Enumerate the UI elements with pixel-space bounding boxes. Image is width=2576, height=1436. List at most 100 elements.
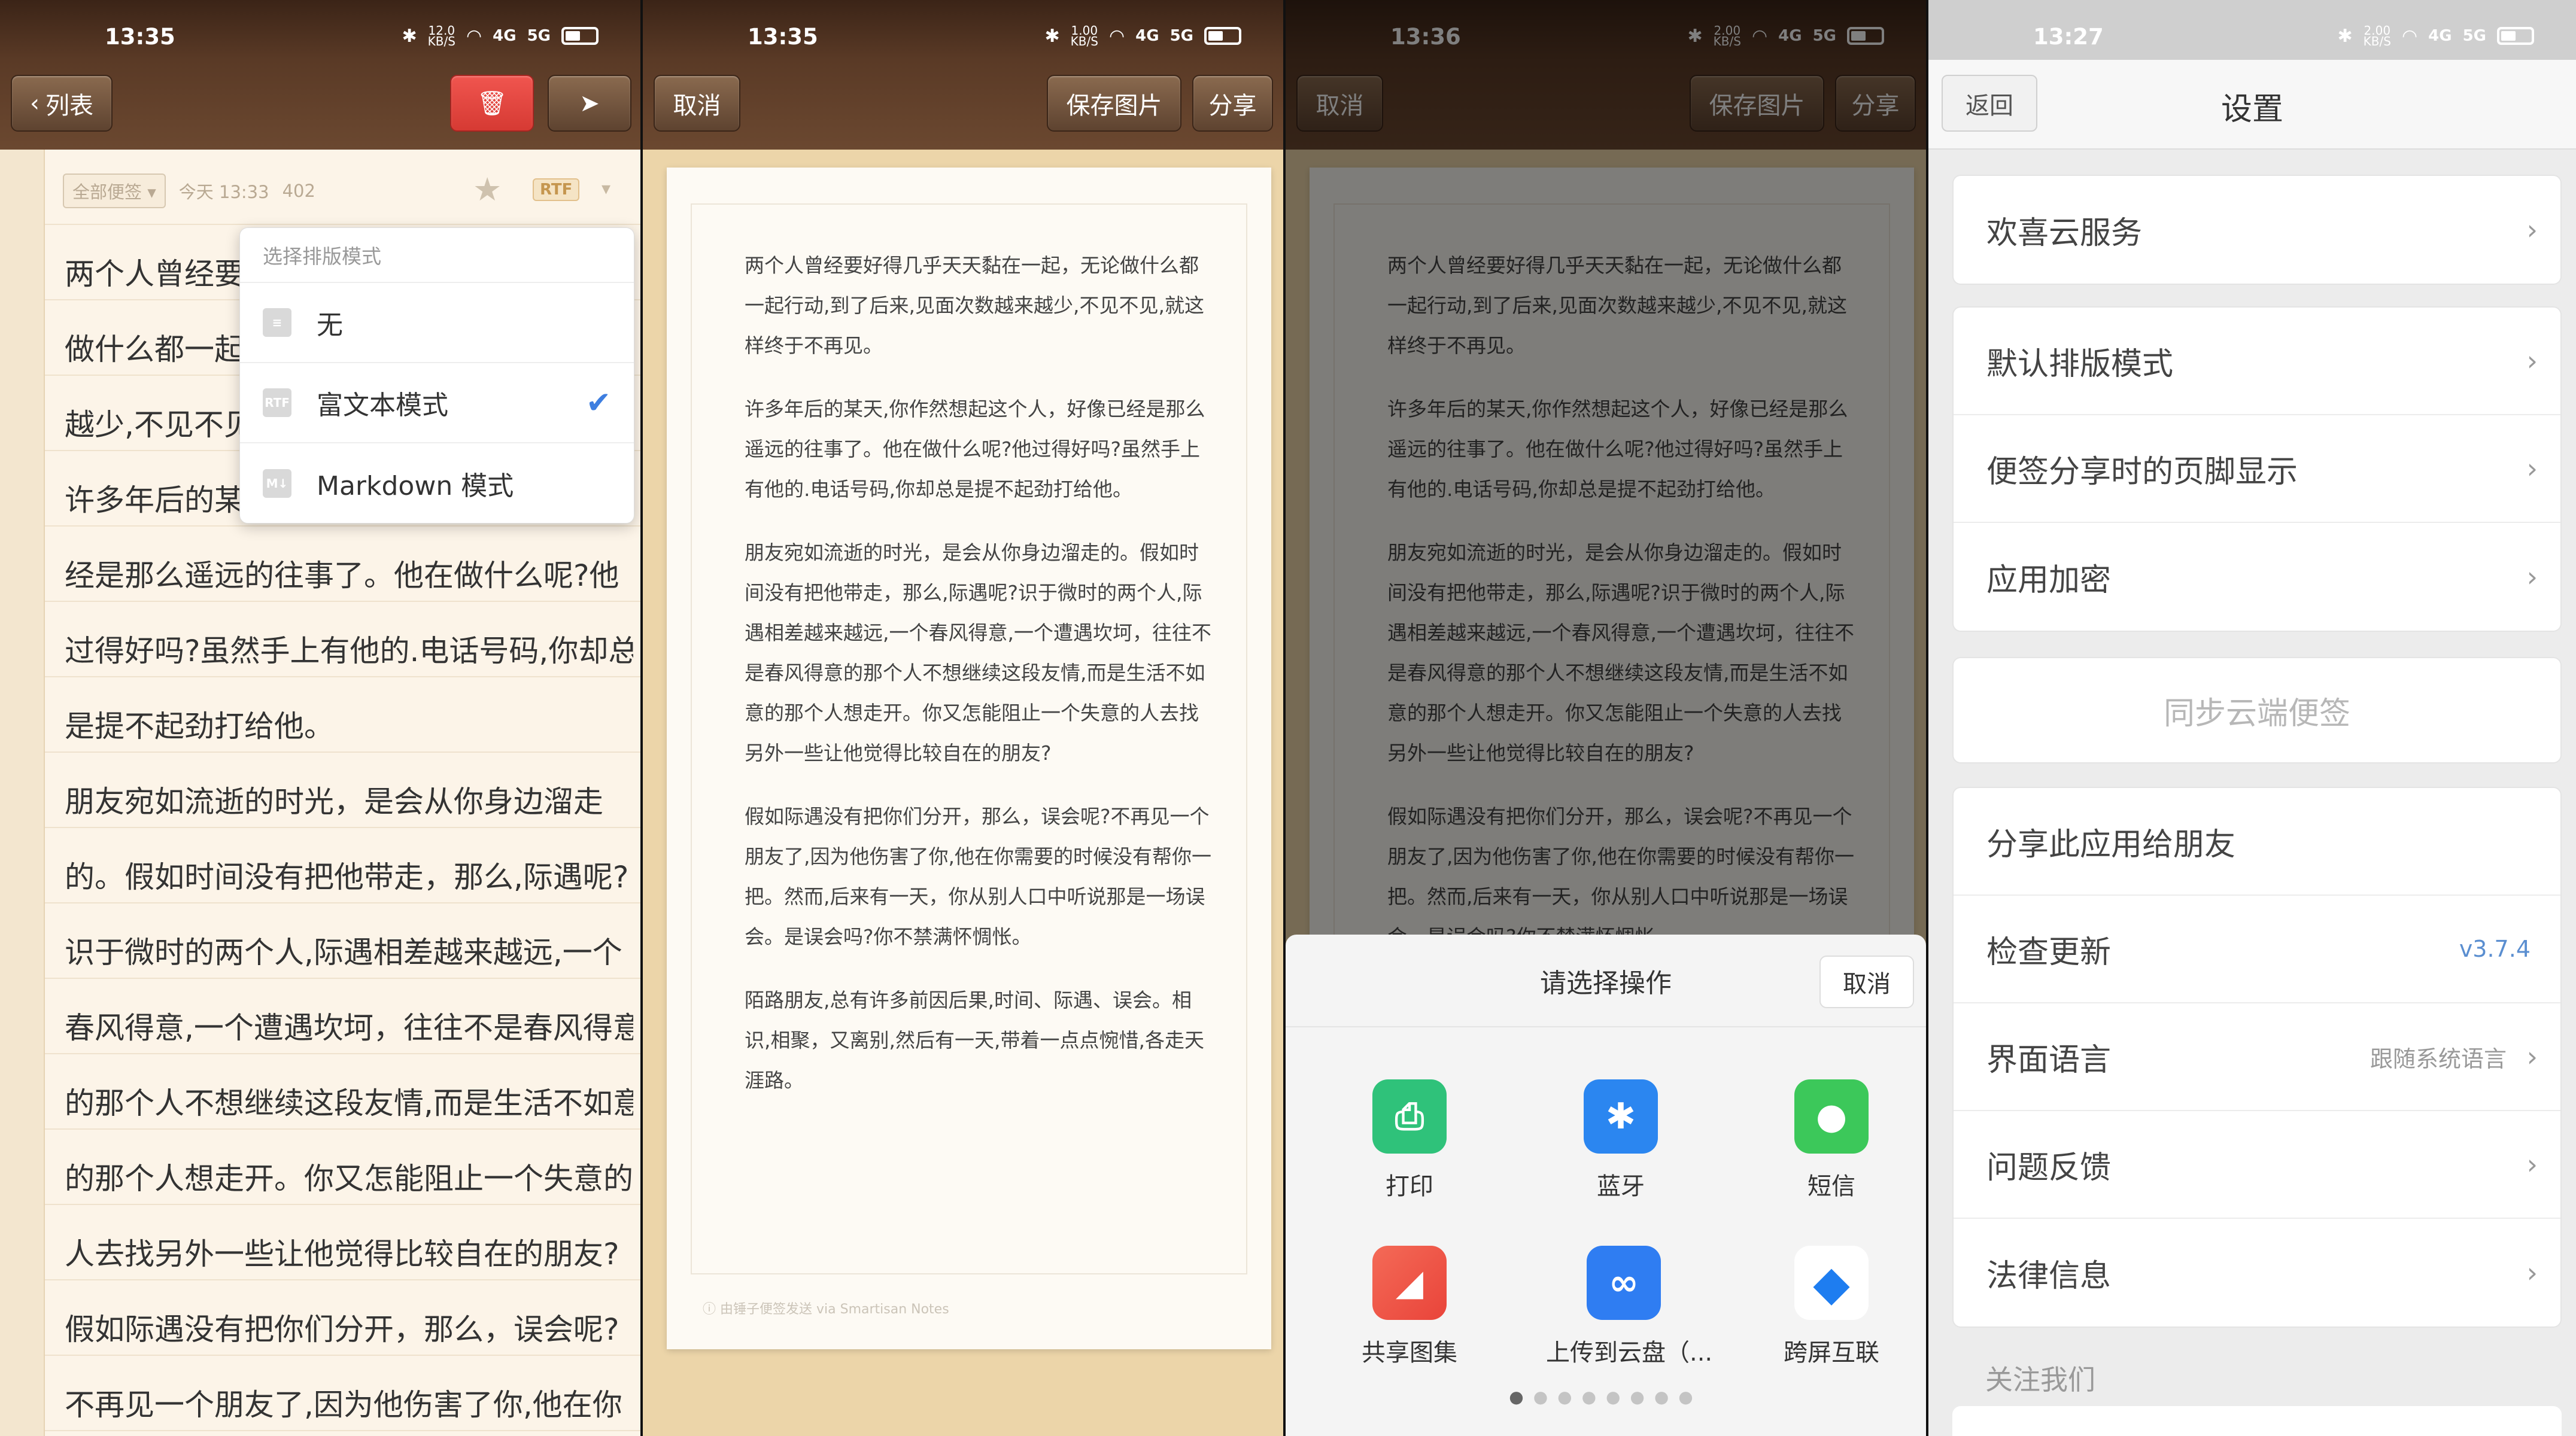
note-paragraph: 许多年后的某天,你作然想起这个人，好像已经是那么遥远的往事了。他在做什么呢?他过… [745,397,1205,501]
note-line: 的那个人想走开。你又怎能阻止一个失意的 [65,1161,633,1196]
bluetooth-icon: ✱ [1584,1079,1658,1154]
share-target-sms[interactable]: ● 短信 [1757,1079,1906,1201]
cancel-button[interactable]: 取消 [654,75,740,132]
settings-group-cloud: 欢喜云服务 › [1952,175,2562,285]
markdown-icon: M↓ [263,469,291,498]
popup-title: 选择排版模式 [240,228,634,283]
printer-icon: ⎙ [1372,1079,1447,1154]
share-button[interactable]: 分享 [1192,75,1273,132]
note-line: 人去找另外一些让他觉得比较自在的朋友? [65,1237,619,1271]
checkmark-icon: ✔ [586,385,611,420]
wifi-icon: ◠ [1108,25,1125,47]
signal-5g-icon: 5G [2462,27,2486,45]
note-line: 假如际遇没有把你们分开，那么，误会呢? [65,1312,619,1347]
signal-4g-icon: 4G [493,27,517,45]
layout-option-none[interactable]: ≡ 无 [240,283,634,363]
sheet-title: 请选择操作 [1540,968,1672,999]
settings-header: 13:27 ✱ 2.00 KB/S ◠ 4G 5G 返回 设置 [1928,0,2576,150]
setting-legal[interactable]: 法律信息 › [1954,1219,2560,1327]
delete-button[interactable]: 🗑 [450,75,534,132]
setting-check-update[interactable]: 检查更新 v3.7.4 [1954,896,2560,1003]
info-icon: ⓘ [703,1302,720,1317]
share-sheet-panel: 13:36 ✱ 2.00KB/S ◠ 4G 5G 取消 保存图片 分享 两个人曾… [1286,0,1926,1436]
save-image-button[interactable]: 保存图片 [1047,75,1181,132]
version-label: v3.7.4 [2459,936,2531,962]
note-line: 的。假如时间没有把他带走，那么,际遇呢? [65,860,629,895]
signal-5g-icon: 5G [527,27,551,45]
sheet-cancel-button[interactable]: 取消 [1819,956,1914,1008]
chevron-right-icon: › [2526,1256,2538,1289]
note-line: 是提不起劲打给他。 [65,709,334,744]
setting-app-lock[interactable]: 应用加密 › [1954,523,2560,631]
share-target-gallery[interactable]: ◢ 共享图集 [1335,1246,1484,1368]
settings-group-about: 分享此应用给朋友 检查更新 v3.7.4 界面语言 跟随系统语言 › 问题反馈 › 法律… [1952,787,2562,1328]
layout-option-markdown[interactable]: M↓ Markdown 模式 [240,443,634,524]
share-target-cloud[interactable]: ∞ 上传到云盘（... [1546,1246,1712,1368]
settings-group-follow [1952,1406,2562,1436]
status-bar: 13:35 ✱ 1.00 KB/S ◠ 4G 5G [643,0,1283,75]
settings-group-main: 默认排版模式 › 便签分享时的页脚显示 › 应用加密 › [1952,306,2562,632]
setting-share-footer[interactable]: 便签分享时的页脚显示 › [1954,415,2560,523]
chevron-right-icon: › [2526,1148,2538,1181]
action-sheet: 请选择操作 取消 ⎙ 打印 ✱ 蓝牙 ● 短信 ◢ 共享图集 ∞ 上传到云盘（.… [1286,935,1926,1436]
note-line: 过得好吗?虽然手上有他的.电话号码,你却总 [65,634,633,668]
chevron-left-icon: ‹ [30,89,40,117]
status-time: 13:35 [105,24,175,50]
share-target-crossscreen[interactable]: ◆ 跨屏互联 [1757,1246,1906,1368]
setting-cloud-service[interactable]: 欢喜云服务 › [1954,176,2560,284]
settings-panel: 13:27 ✱ 2.00 KB/S ◠ 4G 5G 返回 设置 欢喜云服务 › 默认… [1928,0,2576,1436]
page-title: 设置 [2220,92,2283,127]
signal-5g-icon: 5G [1169,27,1193,45]
cloud-infinity-icon: ∞ [1587,1246,1661,1320]
star-icon[interactable]: ★ [473,171,502,208]
page-indicator: ●●●●●●●● [1509,1387,1703,1407]
back-to-list-button[interactable]: ‹ 列表 [11,75,113,132]
trash-icon: 🗑 [476,90,508,117]
diamond-icon: ◆ [1794,1246,1869,1320]
setting-feedback[interactable]: 问题反馈 › [1954,1111,2560,1219]
battery-icon [2497,27,2534,45]
chevron-right-icon: › [2526,561,2538,593]
net-speed: 2.00KB/S [2363,23,2391,48]
note-paragraph: 朋友宛如流逝的时光，是会从你身边溜走的。假如时间没有把他带走，那么,际遇呢?识于… [745,541,1211,765]
note-paragraph: 两个人曾经要好得几乎天天黏在一起，无论做什么都一起行动,到了后来,见面次数越来越… [745,254,1204,357]
send-icon: ➤ [579,89,600,117]
folder-selector[interactable]: 全部便签 ▾ [63,174,166,208]
note-line: 春风得意,一个遭遇坎坷，往往不是春风得意 [65,1011,633,1045]
note-editor-panel: 13:35 ✱ 12.0 KB/S ◠ 4G 5G ‹ 列表 🗑 ➤ 全部便签 ▾ … [0,0,640,1436]
paper-margin [0,150,45,1436]
follow-us-label: 关注我们 [1985,1364,2095,1396]
rtf-icon: RTF [263,388,291,417]
message-bubble-icon: ● [1794,1079,1869,1154]
sheet-header: 请选择操作 取消 [1286,935,1926,1027]
bluetooth-icon: ✱ [402,25,417,47]
net-speed: 12.0 KB/S [427,23,455,48]
language-value: 跟随系统语言 [2370,1045,2507,1072]
note-meta: 全部便签 ▾ 今天 13:33 402 [63,174,315,208]
layout-option-richtext[interactable]: RTF 富文本模式 ✔ [240,363,634,443]
note-line: 的那个人不想继续这段友情,而是生活不如意 [65,1086,633,1121]
note-paragraph: 假如际遇没有把你们分开，那么，误会呢?不再见一个朋友了,因为他伤害了你,他在你需… [745,805,1211,948]
wifi-icon: ◠ [466,25,482,47]
chevron-right-icon: › [2526,214,2538,246]
share-target-print[interactable]: ⎙ 打印 [1335,1079,1484,1201]
footnote: ⓘ 由锤子便签发送 via Smartisan Notes [703,1302,949,1317]
note-date: 今天 13:33 [178,182,269,202]
chevron-right-icon: › [2526,452,2538,485]
note-image-text: 两个人曾经要好得几乎天天黏在一起，无论做什么都一起行动,到了后来,见面次数越来越… [745,245,1211,1124]
send-button[interactable]: ➤ [548,75,631,132]
setting-language[interactable]: 界面语言 跟随系统语言 › [1954,1003,2560,1111]
setting-share-app[interactable]: 分享此应用给朋友 [1954,788,2560,896]
share-target-bluetooth[interactable]: ✱ 蓝牙 [1546,1079,1696,1201]
note-line: 识于微时的两个人,际遇相差越来越远,一个 [65,935,622,970]
note-line: 不再见一个朋友了,因为他伤害了你,他在你 [65,1388,622,1422]
chevron-right-icon: › [2526,345,2538,377]
setting-default-layout[interactable]: 默认排版模式 › [1954,308,2560,415]
gallery-icon: ◢ [1372,1246,1447,1320]
battery-icon [1204,27,1241,45]
format-badge[interactable]: RTF [533,178,580,201]
bluetooth-icon: ✱ [1044,25,1060,47]
note-image-card: 两个人曾经要好得几乎天天黏在一起，无论做什么都一起行动,到了后来,见面次数越来越… [667,168,1271,1349]
chevron-down-icon[interactable]: ▾ [602,178,610,199]
sync-cloud-notes-button[interactable]: 同步云端便签 [1952,657,2562,763]
